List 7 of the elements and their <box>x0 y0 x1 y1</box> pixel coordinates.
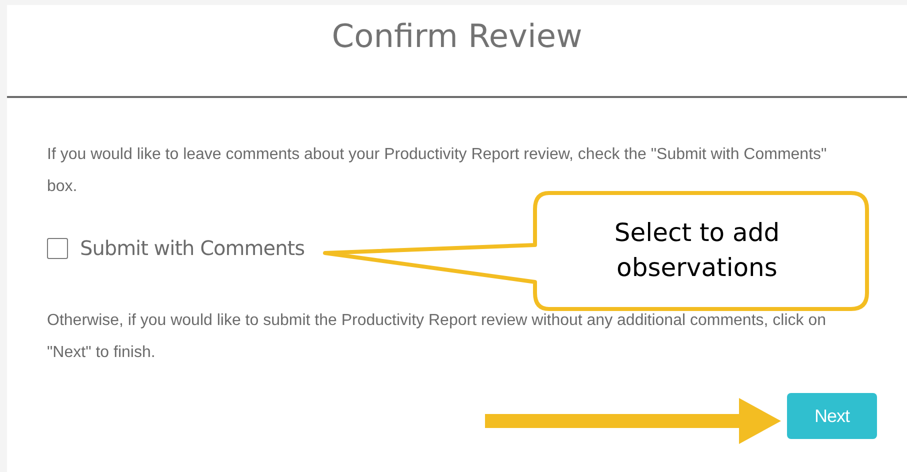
next-button[interactable]: Next <box>787 393 877 439</box>
dialog-title: Confirm Review <box>332 16 582 57</box>
intro-text: If you would like to leave comments about your Productivity Report review, check the "Submit with Comments" box. <box>47 145 827 197</box>
callout-text: Select to add observations <box>613 217 781 284</box>
submit-checkbox[interactable] <box>47 238 68 258</box>
body-text: Otherwise, if you would like to submit the Productivity Report review without any additional comments, click on "Next" to finish. <box>47 311 828 363</box>
checkbox-label: Submit with Comments <box>80 235 305 262</box>
